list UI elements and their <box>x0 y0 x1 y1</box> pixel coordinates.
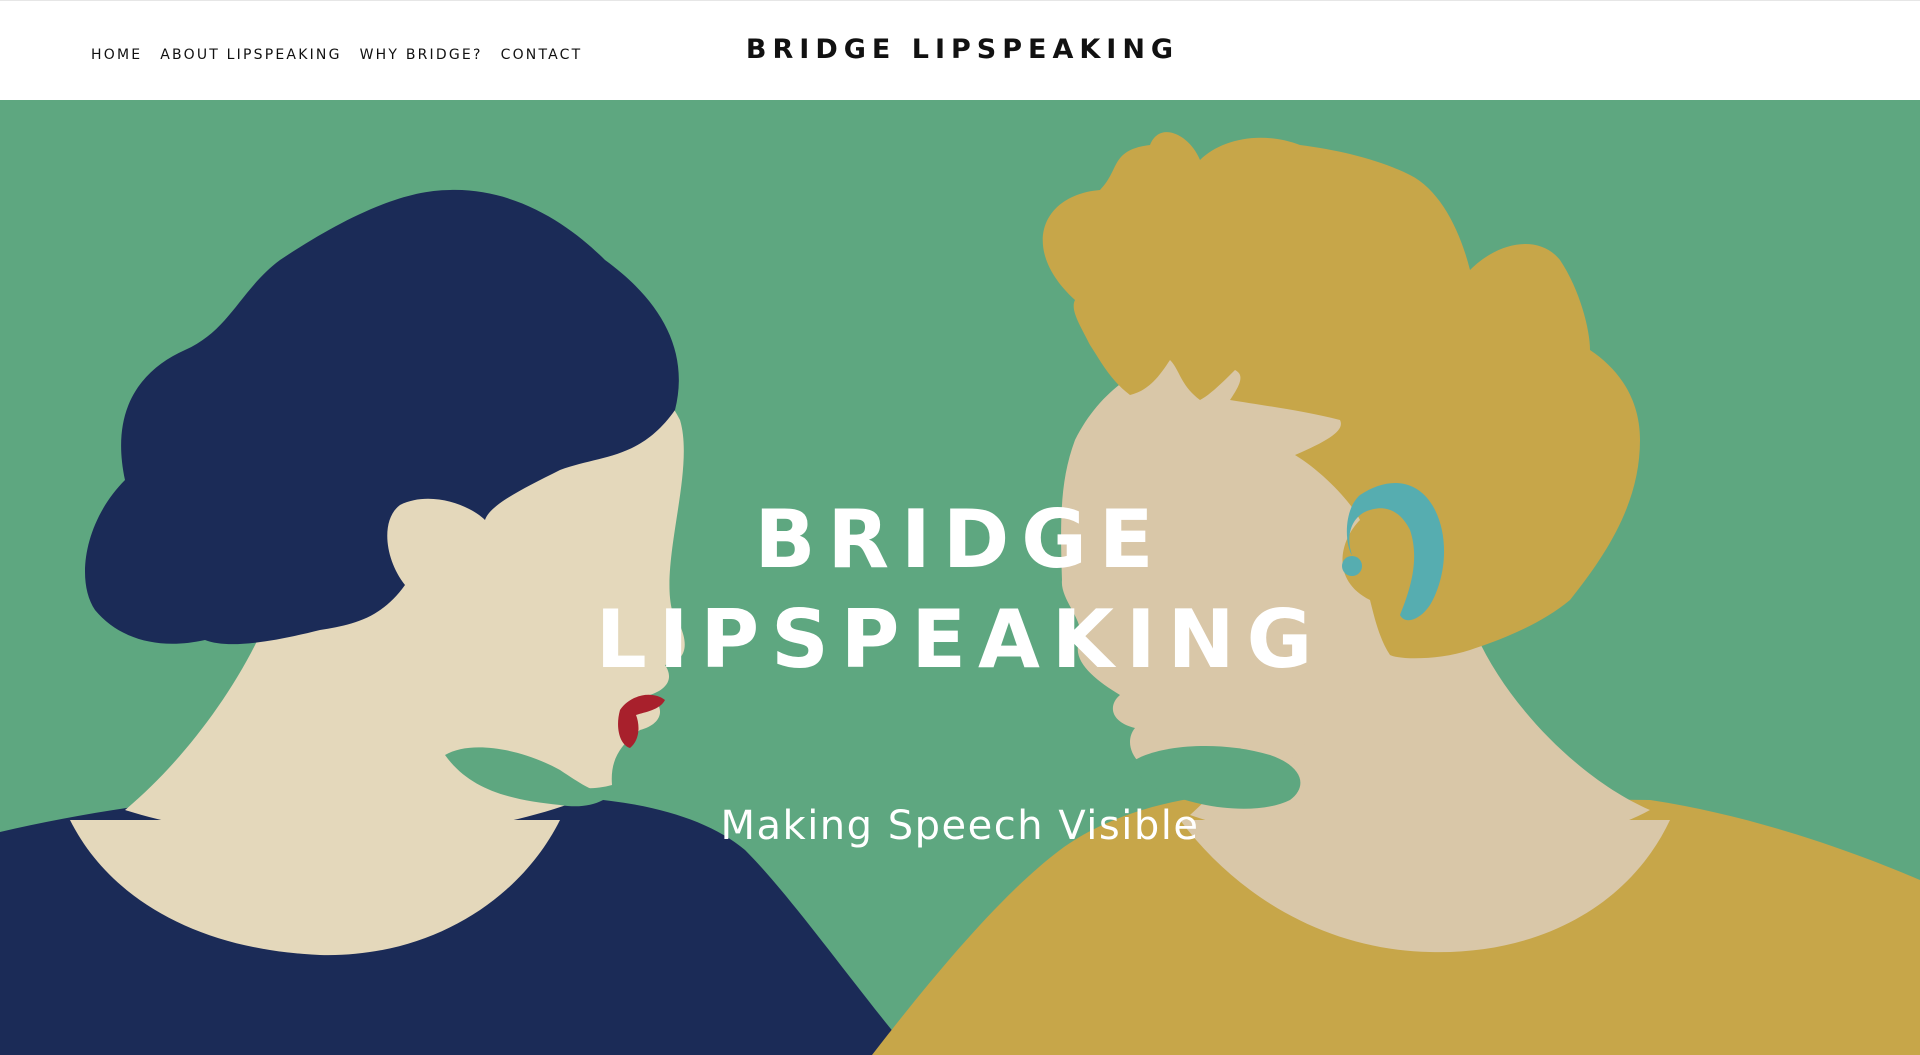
hero-banner: BRIDGE LIPSPEAKING Making Speech Visible <box>0 100 1920 1055</box>
site-title[interactable]: BRIDGE LIPSPEAKING <box>0 34 1920 65</box>
hero-title-line2: LIPSPEAKING <box>595 593 1325 686</box>
hero-title-line1: BRIDGE <box>754 493 1166 586</box>
site-header: HOME ABOUT LIPSPEAKING WHY BRIDGE? CONTA… <box>0 0 1920 100</box>
hero-title: BRIDGE LIPSPEAKING <box>0 490 1920 690</box>
hero-tagline: Making Speech Visible <box>720 803 1200 849</box>
